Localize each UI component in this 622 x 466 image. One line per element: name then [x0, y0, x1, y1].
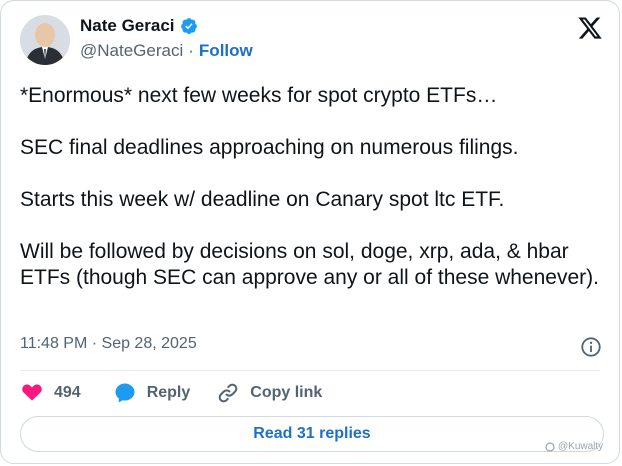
- tweet-timestamp[interactable]: 11:48 PM · Sep 28, 2025: [20, 335, 197, 353]
- avatar[interactable]: [20, 15, 70, 65]
- read-replies-button[interactable]: Read 31 replies: [20, 416, 604, 452]
- copy-link-button[interactable]: Copy link: [216, 381, 322, 405]
- reply-button[interactable]: Reply: [113, 381, 191, 405]
- watermark-logo-icon: [545, 441, 555, 452]
- author-handle[interactable]: @NateGeraci: [80, 41, 183, 61]
- like-count: 494: [54, 384, 81, 401]
- info-icon[interactable]: [580, 336, 602, 358]
- tweet-paragraph: *Enormous* next few weeks for spot crypt…: [20, 84, 498, 107]
- copy-link-label: Copy link: [250, 384, 323, 401]
- heart-icon: [22, 384, 42, 401]
- read-replies-label: Read 31 replies: [253, 425, 371, 442]
- link-icon: [218, 383, 238, 403]
- watermark: @Kuwalty: [545, 441, 603, 452]
- tweet-paragraph: SEC final deadlines approaching on numer…: [20, 136, 519, 159]
- follow-button[interactable]: Follow: [199, 41, 253, 61]
- verified-badge-icon: [180, 18, 197, 35]
- handle-separator: ·: [188, 41, 194, 60]
- reply-label: Reply: [146, 384, 191, 401]
- avatar-image: [20, 15, 70, 65]
- action-bar: 494 Reply Copy link: [20, 381, 322, 405]
- watermark-text: @Kuwalty: [558, 441, 604, 452]
- like-button[interactable]: 494: [20, 381, 81, 405]
- x-logo-icon[interactable]: [577, 15, 603, 41]
- author-name[interactable]: Nate Geraci: [80, 16, 175, 36]
- tweet-card: Nate Geraci @NateGeraci · Follow *Enormo…: [0, 0, 620, 464]
- tweet-text: *Enormous* next few weeks for spot crypt…: [20, 83, 605, 317]
- tweet-paragraph: Will be followed by decisions on sol, do…: [20, 240, 599, 289]
- tweet-paragraph: Starts this week w/ deadline on Canary s…: [20, 188, 505, 211]
- reply-bubble-icon: [115, 383, 135, 403]
- author-name-row: Nate Geraci: [80, 16, 198, 36]
- divider: [20, 370, 600, 371]
- author-handle-row: @NateGeraci · Follow: [80, 41, 253, 61]
